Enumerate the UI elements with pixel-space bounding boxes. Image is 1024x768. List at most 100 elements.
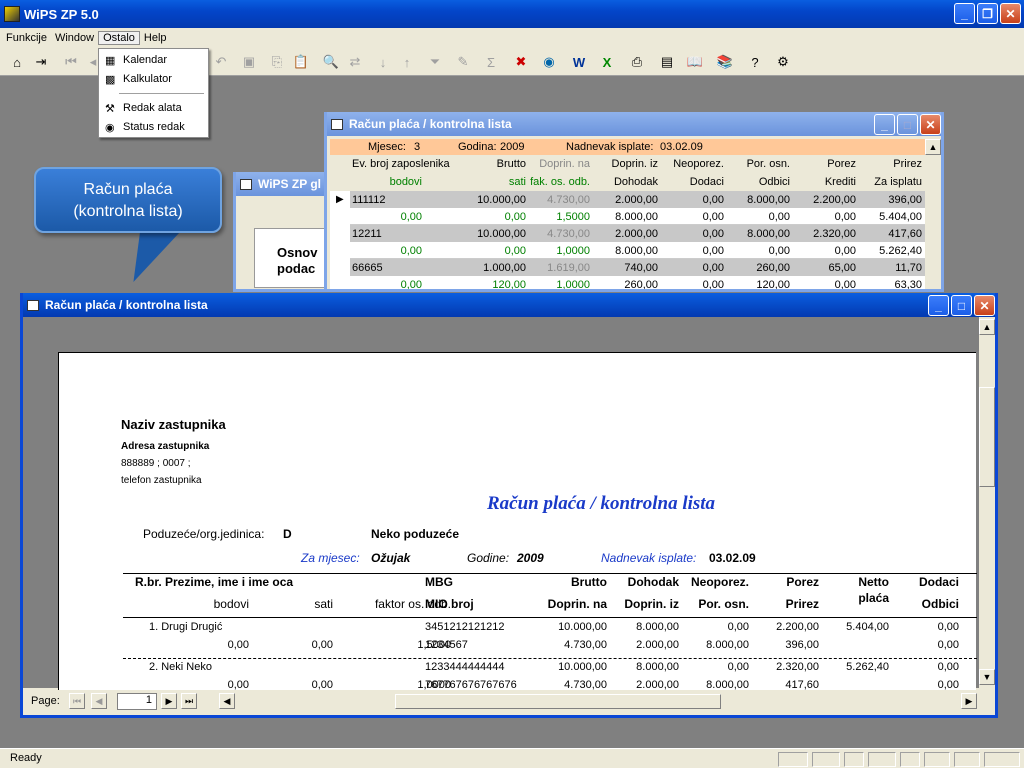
grid-cell[interactable]: 0,00 xyxy=(790,211,856,223)
menu-item-kalkulator[interactable]: ▩ Kalkulator xyxy=(105,70,172,88)
report-scroll-right-icon[interactable]: ▶ xyxy=(961,693,977,709)
grid-cell[interactable]: 8.000,00 xyxy=(592,211,658,223)
grid-cell[interactable]: 260,00 xyxy=(592,279,658,289)
exit-icon[interactable]: ⇥ xyxy=(30,51,52,73)
grid-cell[interactable]: 1.619,00 xyxy=(526,262,590,274)
grid-cell[interactable]: 1,5000 xyxy=(526,211,590,223)
grid-cell[interactable]: 63,30 xyxy=(856,279,922,289)
grid-cell[interactable]: 1.000,00 xyxy=(470,262,526,274)
replace-icon[interactable]: ⇄ xyxy=(344,51,366,73)
menu-window[interactable]: Window xyxy=(51,32,98,44)
report-maximize-icon[interactable]: □ xyxy=(951,295,972,316)
excel-export-icon[interactable]: X xyxy=(596,51,618,73)
grid-cell[interactable]: 1,0000 xyxy=(526,245,590,257)
grid-cell[interactable]: 2.000,00 xyxy=(592,194,658,206)
grid-cell[interactable]: 2.320,00 xyxy=(790,228,856,240)
globe-icon[interactable]: ◉ xyxy=(538,51,560,73)
book-icon[interactable]: 📖 xyxy=(684,51,706,73)
settings-icon[interactable]: ⚙ xyxy=(772,51,794,73)
grid-cell[interactable]: 417,60 xyxy=(856,228,922,240)
prev-page-icon[interactable]: ◀ xyxy=(91,693,107,709)
report-vscrollbar[interactable]: ▲ ▼ xyxy=(979,317,995,688)
grid-cell[interactable]: 0,00 xyxy=(658,194,724,206)
grid-cell[interactable]: 0,00 xyxy=(724,245,790,257)
grid-window[interactable]: Račun plaća / kontrolna lista _ □ ✕ Mjes… xyxy=(324,112,944,292)
minimize-icon[interactable]: _ xyxy=(954,3,975,24)
grid-cell[interactable]: 12211 xyxy=(352,228,432,240)
menu-item-redak-alata[interactable]: ⚒ Redak alata xyxy=(105,99,182,117)
grid-cell[interactable]: 4.730,00 xyxy=(526,228,590,240)
sort-descending-icon[interactable]: ↑ xyxy=(396,51,418,73)
grid-cell[interactable]: 120,00 xyxy=(470,279,526,289)
menu-item-status-redak[interactable]: ◉ Status redak xyxy=(105,118,185,136)
grid-cell[interactable]: 10.000,00 xyxy=(470,194,526,206)
grid-cell[interactable]: 0,00 xyxy=(658,211,724,223)
grid-cell[interactable]: 0,00 xyxy=(658,262,724,274)
books-icon[interactable]: 📚 xyxy=(714,51,736,73)
menu-help[interactable]: Help xyxy=(140,32,171,44)
godina-value[interactable]: 2009 xyxy=(500,141,524,153)
delete-icon[interactable]: ✖ xyxy=(510,51,532,73)
menu-ostalo[interactable]: Ostalo xyxy=(98,31,140,45)
grid-cell[interactable]: 396,00 xyxy=(856,194,922,206)
grid-cell[interactable]: 0,00 xyxy=(352,211,422,223)
sum-icon[interactable]: Σ xyxy=(480,51,502,73)
grid-cell[interactable]: 120,00 xyxy=(724,279,790,289)
report-scroll-down-icon[interactable]: ▼ xyxy=(979,669,995,685)
grid-cell[interactable]: 0,00 xyxy=(790,245,856,257)
grid-cell[interactable]: 111112 xyxy=(352,194,432,206)
first-page-icon[interactable]: ⏮ xyxy=(69,693,85,709)
menu-funkcije[interactable]: Funkcije xyxy=(2,32,51,44)
paste-icon[interactable]: 📋 xyxy=(290,51,312,73)
save-icon[interactable]: ▣ xyxy=(238,51,260,73)
grid-cell[interactable]: 0,00 xyxy=(658,228,724,240)
page-number-input[interactable]: 1 xyxy=(117,693,157,710)
report-vscroll-thumb[interactable] xyxy=(979,387,995,487)
grid-cell[interactable]: 2.200,00 xyxy=(790,194,856,206)
menu-item-kalendar[interactable]: ▦ Kalendar xyxy=(105,51,167,69)
grid-cell[interactable]: 0,00 xyxy=(658,279,724,289)
edit-filter-icon[interactable]: ✎ xyxy=(452,51,474,73)
home-icon[interactable]: ⌂ xyxy=(6,51,28,73)
copy-icon[interactable]: ⎘ xyxy=(266,51,288,73)
close-icon[interactable]: ✕ xyxy=(1000,3,1021,24)
first-record-icon[interactable]: ⏮ xyxy=(60,51,82,73)
grid-cell[interactable]: 740,00 xyxy=(592,262,658,274)
filter-icon[interactable]: ⏷ xyxy=(424,51,446,73)
grid-cell[interactable]: 5.404,00 xyxy=(856,211,922,223)
report-close-icon[interactable]: ✕ xyxy=(974,295,995,316)
grid-maximize-icon[interactable]: □ xyxy=(897,114,918,135)
print-preview-icon[interactable]: ▤ xyxy=(656,51,678,73)
grid-cell[interactable]: 8.000,00 xyxy=(592,245,658,257)
grid-cell[interactable]: 0,00 xyxy=(790,279,856,289)
grid-cell[interactable]: 65,00 xyxy=(790,262,856,274)
last-page-icon[interactable]: ⏭ xyxy=(181,693,197,709)
grid-cell[interactable]: 0,00 xyxy=(658,245,724,257)
grid-scroll-up-icon[interactable]: ▲ xyxy=(925,139,941,155)
grid-cell[interactable]: 1,0000 xyxy=(526,279,590,289)
grid-cell[interactable]: 8.000,00 xyxy=(724,228,790,240)
nadnevak-value[interactable]: 03.02.09 xyxy=(660,141,703,153)
help-icon[interactable]: ? xyxy=(744,51,766,73)
preview-icon[interactable]: ⎙ xyxy=(626,51,648,73)
grid-cell[interactable]: 10.000,00 xyxy=(470,228,526,240)
grid-cell[interactable]: 5.262,40 xyxy=(856,245,922,257)
restore-icon[interactable]: ❐ xyxy=(977,3,998,24)
report-minimize-icon[interactable]: _ xyxy=(928,295,949,316)
grid-cell[interactable]: 11,70 xyxy=(856,262,922,274)
grid-cell[interactable]: 0,00 xyxy=(352,245,422,257)
report-scroll-up-icon[interactable]: ▲ xyxy=(979,319,995,335)
grid-cell[interactable]: 0,00 xyxy=(352,279,422,289)
grid-cell[interactable]: 0,00 xyxy=(724,211,790,223)
grid-cell[interactable]: 4.730,00 xyxy=(526,194,590,206)
grid-cell[interactable]: 66665 xyxy=(352,262,432,274)
find-icon[interactable]: 🔍 xyxy=(320,51,342,73)
grid-cell[interactable]: 8.000,00 xyxy=(724,194,790,206)
grid-close-icon[interactable]: ✕ xyxy=(920,114,941,135)
word-export-icon[interactable]: W xyxy=(568,51,590,73)
grid-minimize-icon[interactable]: _ xyxy=(874,114,895,135)
mjesec-value[interactable]: 3 xyxy=(414,141,420,153)
background-window[interactable]: WiPS ZP gl Osnov podac xyxy=(233,172,334,292)
report-hscroll-thumb[interactable] xyxy=(395,694,721,709)
sort-ascending-icon[interactable]: ↓ xyxy=(372,51,394,73)
